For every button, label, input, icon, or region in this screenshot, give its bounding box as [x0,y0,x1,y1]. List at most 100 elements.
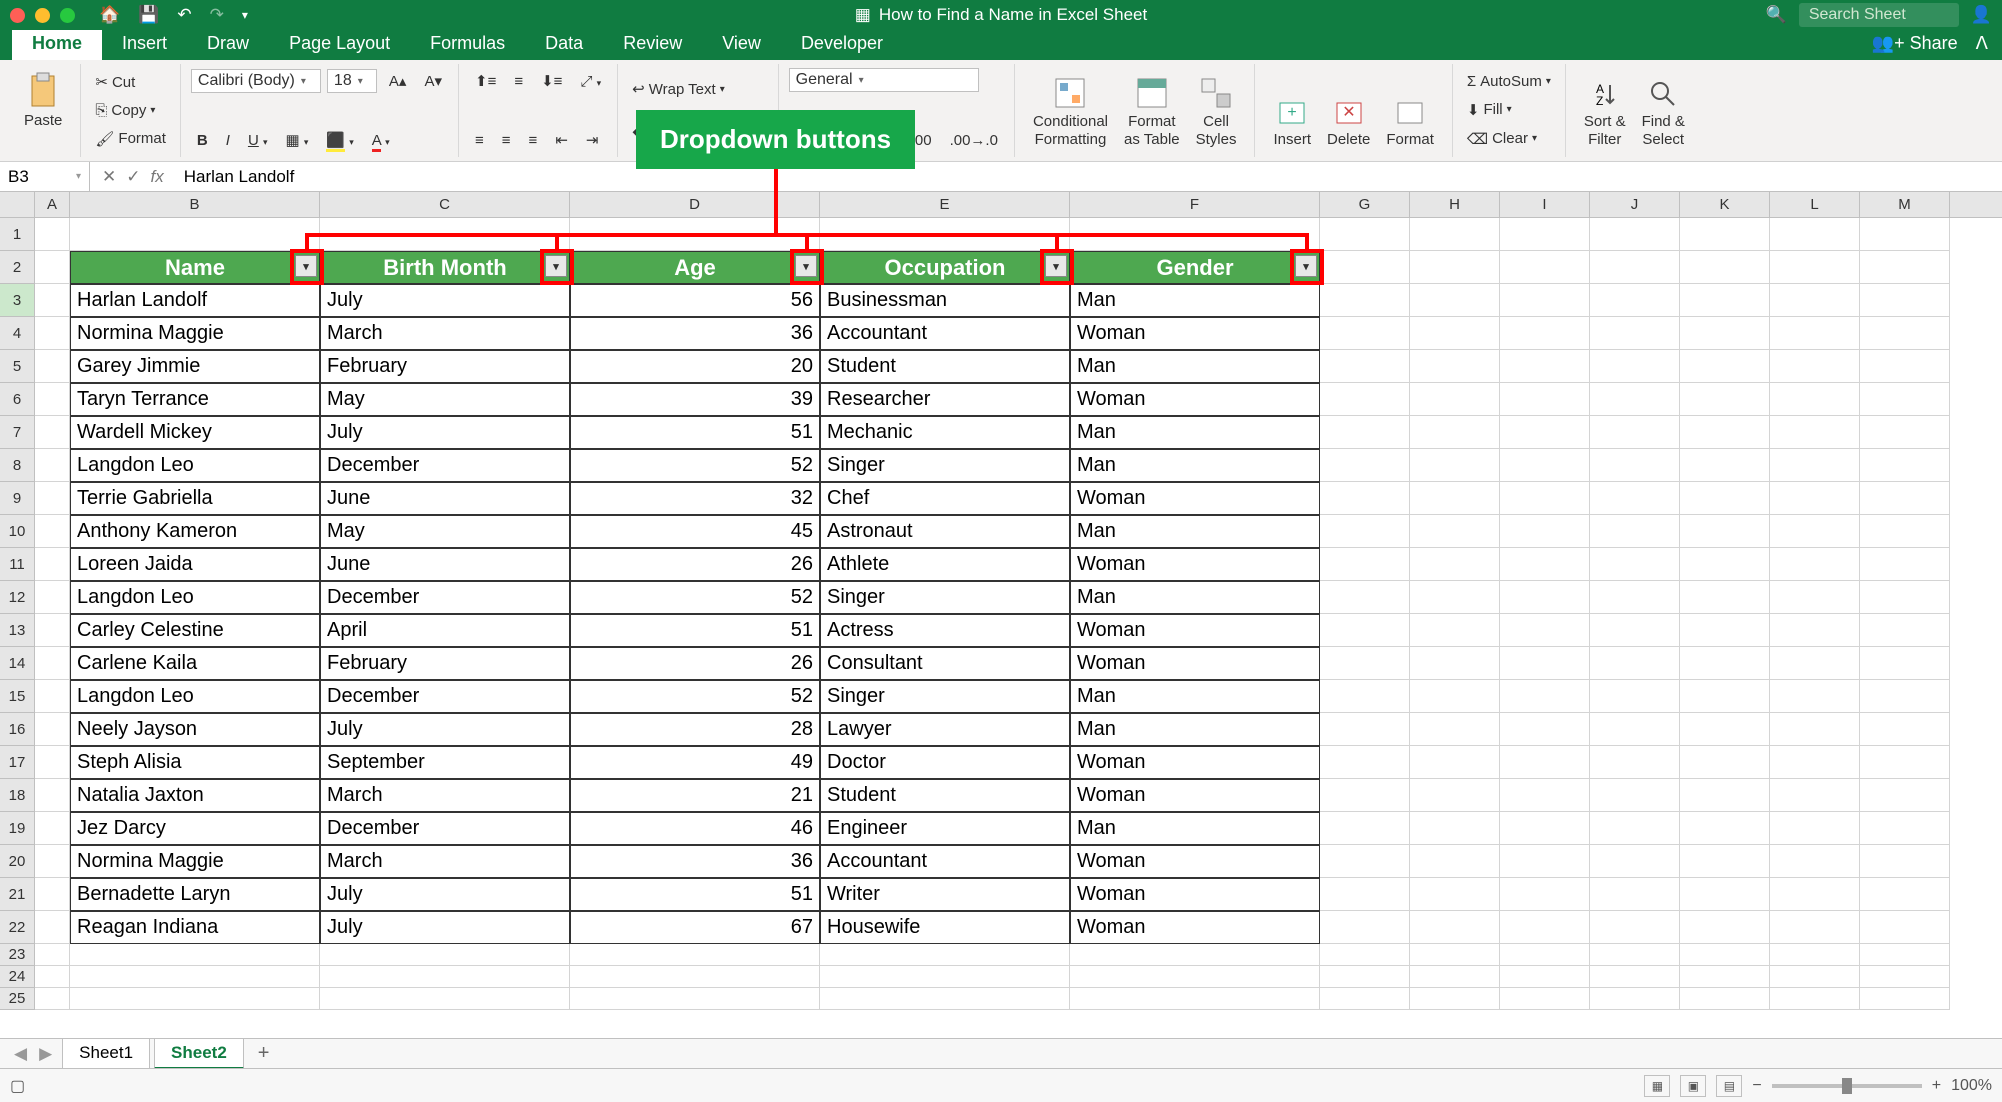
column-header-C[interactable]: C [320,192,570,217]
cell[interactable] [35,966,70,988]
paste-button[interactable]: Paste [16,68,70,134]
cell[interactable] [1590,515,1680,548]
font-name-combo[interactable]: Calibri (Body)▾ [191,69,321,93]
row-header-1[interactable]: 1 [0,218,35,251]
row-header-22[interactable]: 22 [0,911,35,944]
cell[interactable] [70,944,320,966]
scroll-sheets-left-icon[interactable]: ◀ [8,1044,33,1064]
scroll-sheets-right-icon[interactable]: ▶ [33,1044,58,1064]
cell[interactable] [35,944,70,966]
cell[interactable] [1860,845,1950,878]
cell[interactable] [1320,317,1410,350]
cell[interactable]: Researcher [820,383,1070,416]
search-sheet-input[interactable]: Search Sheet [1799,3,1959,27]
cell[interactable] [1500,878,1590,911]
cell[interactable] [70,966,320,988]
bold-button[interactable]: B [191,128,214,153]
cell[interactable]: 49 [570,746,820,779]
cell[interactable] [1590,614,1680,647]
row-header-6[interactable]: 6 [0,383,35,416]
cell[interactable] [1590,966,1680,988]
zoom-in-button[interactable]: + [1932,1077,1941,1095]
cell[interactable] [1770,284,1860,317]
cell[interactable] [1590,812,1680,845]
ribbon-tab-formulas[interactable]: Formulas [410,27,525,60]
cell[interactable] [1410,548,1500,581]
row-header-21[interactable]: 21 [0,878,35,911]
cell[interactable]: Wardell Mickey [70,416,320,449]
cell[interactable] [1320,416,1410,449]
cell[interactable] [1860,878,1950,911]
cell[interactable] [1590,845,1680,878]
cell[interactable] [570,944,820,966]
cell[interactable] [1860,746,1950,779]
cell[interactable] [1410,966,1500,988]
quick-access-dropdown-icon[interactable]: ▾ [242,8,248,22]
cell[interactable] [1680,966,1770,988]
cell[interactable] [35,515,70,548]
cell[interactable]: Terrie Gabriella [70,482,320,515]
cell[interactable]: Singer [820,581,1070,614]
column-header-H[interactable]: H [1410,192,1500,217]
fx-icon[interactable]: fx [151,167,164,187]
conditional-formatting-button[interactable]: Conditional Formatting [1025,68,1116,153]
cell[interactable]: July [320,911,570,944]
cell[interactable]: Woman [1070,911,1320,944]
sheet-tab-sheet1[interactable]: Sheet1 [62,1038,150,1069]
cell[interactable] [70,988,320,1010]
format-painter-button[interactable]: 🖌Format [91,128,170,150]
cell[interactable] [1680,350,1770,383]
cell[interactable] [1320,713,1410,746]
zoom-out-button[interactable]: − [1752,1077,1761,1095]
cell[interactable] [1070,966,1320,988]
cell[interactable]: Woman [1070,647,1320,680]
column-header-L[interactable]: L [1770,192,1860,217]
cell[interactable] [1590,218,1680,251]
cell[interactable]: Businessman [820,284,1070,317]
cell[interactable]: Man [1070,416,1320,449]
cell[interactable] [1860,251,1950,284]
cell[interactable]: Actress [820,614,1070,647]
cell[interactable] [1070,944,1320,966]
cell[interactable] [1680,779,1770,812]
cell[interactable] [1770,647,1860,680]
cell[interactable] [1590,251,1680,284]
cell[interactable] [1680,416,1770,449]
cell[interactable] [1680,878,1770,911]
ribbon-tab-draw[interactable]: Draw [187,27,269,60]
cell[interactable]: July [320,713,570,746]
row-header-19[interactable]: 19 [0,812,35,845]
column-header-J[interactable]: J [1590,192,1680,217]
page-break-view-button[interactable]: ▤ [1716,1075,1742,1097]
increase-font-button[interactable]: A▴ [383,68,413,94]
cell[interactable]: June [320,548,570,581]
cell[interactable] [1320,482,1410,515]
cell[interactable] [35,218,70,251]
table-header-gender[interactable]: Gender▾ [1070,251,1320,284]
cell[interactable] [1590,581,1680,614]
cut-button[interactable]: ✂Cut [91,71,170,93]
cell[interactable] [35,416,70,449]
cell[interactable] [1770,548,1860,581]
cell[interactable] [1500,647,1590,680]
align-left-button[interactable]: ≡ [469,128,490,153]
cell[interactable] [1860,988,1950,1010]
cell[interactable]: Woman [1070,779,1320,812]
cell[interactable]: April [320,614,570,647]
cell[interactable]: July [320,416,570,449]
cell[interactable] [1410,779,1500,812]
cell[interactable] [1860,383,1950,416]
table-header-birth-month[interactable]: Birth Month▾ [320,251,570,284]
cell[interactable] [1500,845,1590,878]
cell[interactable] [35,548,70,581]
cell[interactable] [1590,647,1680,680]
cell[interactable]: Normina Maggie [70,317,320,350]
cell[interactable] [1500,218,1590,251]
cell[interactable] [1680,614,1770,647]
decrease-indent-button[interactable]: ⇤ [549,127,574,153]
macro-record-icon[interactable]: ▢ [10,1076,25,1096]
cell[interactable] [1410,350,1500,383]
cell[interactable] [1500,548,1590,581]
cell[interactable] [35,317,70,350]
number-format-combo[interactable]: General▾ [789,68,979,92]
